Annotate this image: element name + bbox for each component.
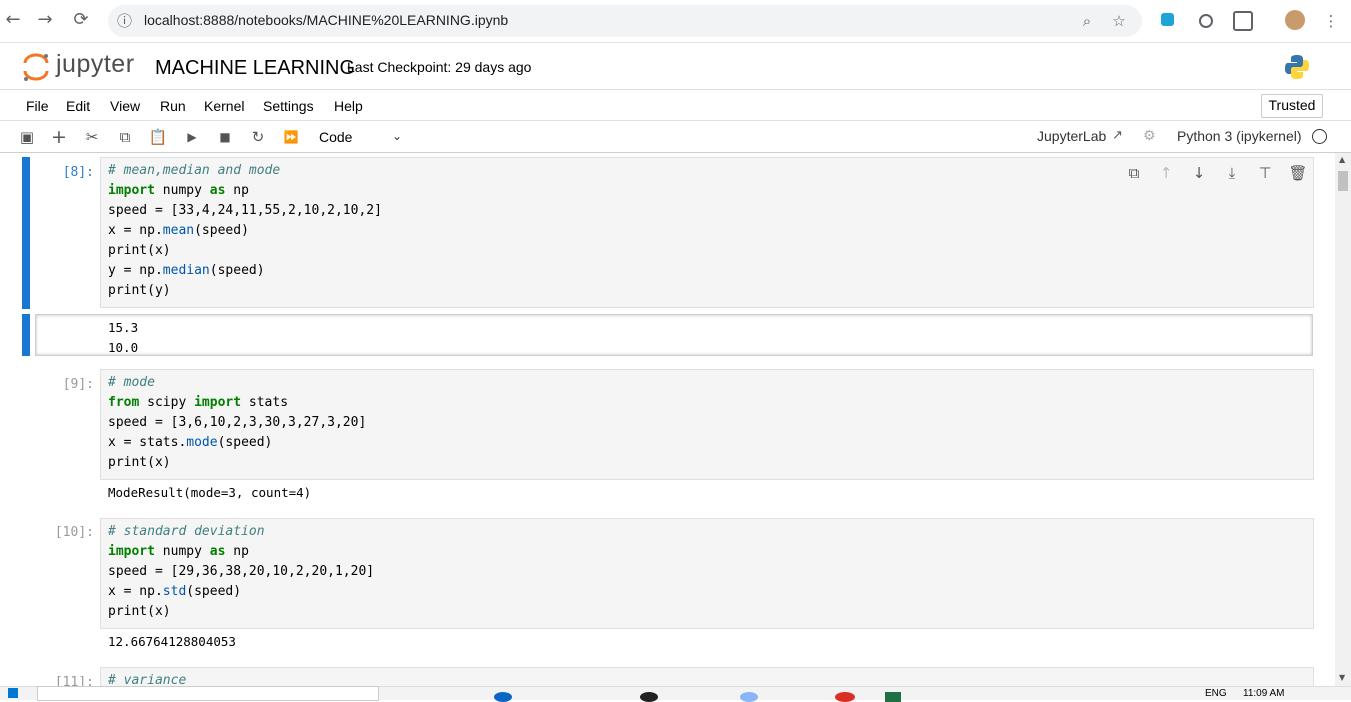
menu-bar bbox=[0, 90, 1351, 121]
insert-above-icon[interactable]: ⊤ bbox=[1255, 163, 1275, 183]
stop-icon[interactable]: ■ bbox=[215, 127, 235, 147]
scroll-down-icon[interactable]: ▼ bbox=[1339, 673, 1345, 682]
delete-cell-icon[interactable]: 🗑 bbox=[1288, 163, 1308, 183]
restart-icon[interactable]: ↻ bbox=[248, 127, 268, 147]
cell-type-select[interactable]: Code bbox=[319, 129, 352, 145]
run-icon[interactable]: ▶ bbox=[182, 127, 202, 147]
scrollbar[interactable] bbox=[1335, 153, 1351, 686]
code-editor[interactable]: # standard deviation import numpy as np … bbox=[108, 522, 374, 622]
notebook-panel[interactable]: [8]: # mean,median and mode import numpy… bbox=[0, 153, 1351, 686]
clock[interactable]: 11:09 AM bbox=[1243, 688, 1285, 699]
cell-output: 15.3 10.0 bbox=[108, 320, 139, 355]
bookmark-star-icon[interactable]: ☆ bbox=[1108, 10, 1130, 32]
extensions-puzzle-icon[interactable] bbox=[1233, 11, 1253, 31]
menu-view[interactable]: View bbox=[110, 98, 140, 114]
duplicate-cell-icon[interactable]: ⧉ bbox=[1124, 163, 1144, 183]
cell-output: 12.66764128804053 bbox=[108, 634, 236, 649]
code-cell-input[interactable] bbox=[100, 667, 1314, 686]
profile-avatar[interactable] bbox=[1285, 10, 1305, 30]
scrollbar-thumb[interactable] bbox=[1338, 171, 1348, 191]
menu-run[interactable]: Run bbox=[160, 98, 186, 114]
move-up-icon[interactable]: ↑ bbox=[1156, 163, 1176, 183]
excel-taskbar-icon[interactable] bbox=[885, 692, 901, 702]
record-extension-icon[interactable] bbox=[1199, 14, 1213, 28]
save-icon[interactable]: ▣ bbox=[17, 127, 37, 147]
run-all-icon[interactable]: ⏩ bbox=[281, 127, 301, 147]
external-link-icon[interactable]: ↗ bbox=[1112, 128, 1123, 143]
reload-icon[interactable]: ⟳ bbox=[70, 9, 92, 31]
trusted-badge[interactable]: Trusted bbox=[1261, 94, 1323, 118]
cell-prompt: [11]: bbox=[54, 675, 94, 686]
windows-start-icon[interactable] bbox=[8, 688, 18, 698]
menu-help[interactable]: Help bbox=[334, 98, 363, 114]
copy-icon[interactable]: ⧉ bbox=[115, 127, 135, 147]
zoom-icon[interactable]: ⌕ bbox=[1076, 10, 1098, 32]
menu-file[interactable]: File bbox=[26, 98, 49, 114]
kernel-name[interactable]: Python 3 (ipykernel) bbox=[1177, 128, 1302, 144]
cell-output: ModeResult(mode=3, count=4) bbox=[108, 485, 312, 500]
browser-menu-icon[interactable]: ⋮ bbox=[1320, 10, 1342, 32]
taskbar-app-icon[interactable] bbox=[494, 692, 512, 702]
taskbar-app-icon[interactable] bbox=[640, 692, 658, 702]
code-editor[interactable]: # mean,median and mode import numpy as n… bbox=[108, 161, 382, 301]
cut-icon[interactable]: ✂ bbox=[82, 127, 102, 147]
output-area[interactable] bbox=[35, 314, 1313, 356]
chevron-down-icon[interactable]: ⌄ bbox=[392, 129, 402, 143]
back-icon[interactable]: ← bbox=[2, 9, 24, 31]
notebook-title[interactable]: MACHINE LEARNING bbox=[155, 57, 355, 80]
chrome-taskbar-icon[interactable] bbox=[835, 692, 855, 702]
kernel-status-icon bbox=[1312, 129, 1327, 144]
menu-kernel[interactable]: Kernel bbox=[204, 98, 244, 114]
code-editor[interactable]: # variance bbox=[108, 671, 186, 686]
settings-gear-icon[interactable]: ⚙ bbox=[1143, 128, 1156, 144]
move-down-icon[interactable]: ↓ bbox=[1189, 163, 1209, 183]
checkpoint-status: Last Checkpoint: 29 days ago bbox=[347, 59, 532, 75]
paste-icon[interactable]: 📋 bbox=[148, 127, 168, 147]
forward-icon[interactable]: → bbox=[34, 9, 56, 31]
cell-prompt: [10]: bbox=[54, 525, 94, 540]
insert-below-icon[interactable]: ⤓ bbox=[1222, 163, 1242, 183]
site-info-icon[interactable]: ⓘ bbox=[117, 10, 132, 31]
python-logo-icon bbox=[1285, 55, 1309, 79]
add-cell-icon[interactable]: + bbox=[49, 127, 69, 147]
cell-prompt: [9]: bbox=[62, 377, 94, 392]
taskbar-app-icon[interactable] bbox=[740, 692, 758, 702]
jupyter-logo-text[interactable]: jupyter bbox=[56, 50, 135, 79]
open-jupyterlab-link[interactable]: JupyterLab bbox=[1037, 128, 1106, 144]
cell-prompt: [8]: bbox=[62, 165, 94, 180]
language-indicator[interactable]: ENG bbox=[1205, 688, 1227, 699]
scroll-up-icon[interactable]: ▲ bbox=[1339, 155, 1345, 164]
menu-settings[interactable]: Settings bbox=[263, 98, 314, 114]
jupyter-logo-icon[interactable] bbox=[22, 52, 50, 82]
output-indicator bbox=[22, 314, 30, 356]
extension-icon[interactable] bbox=[1161, 13, 1174, 26]
url-text[interactable]: localhost:8888/notebooks/MACHINE%20LEARN… bbox=[144, 12, 508, 28]
menu-edit[interactable]: Edit bbox=[66, 98, 90, 114]
code-editor[interactable]: # mode from scipy import stats speed = [… bbox=[108, 373, 366, 473]
